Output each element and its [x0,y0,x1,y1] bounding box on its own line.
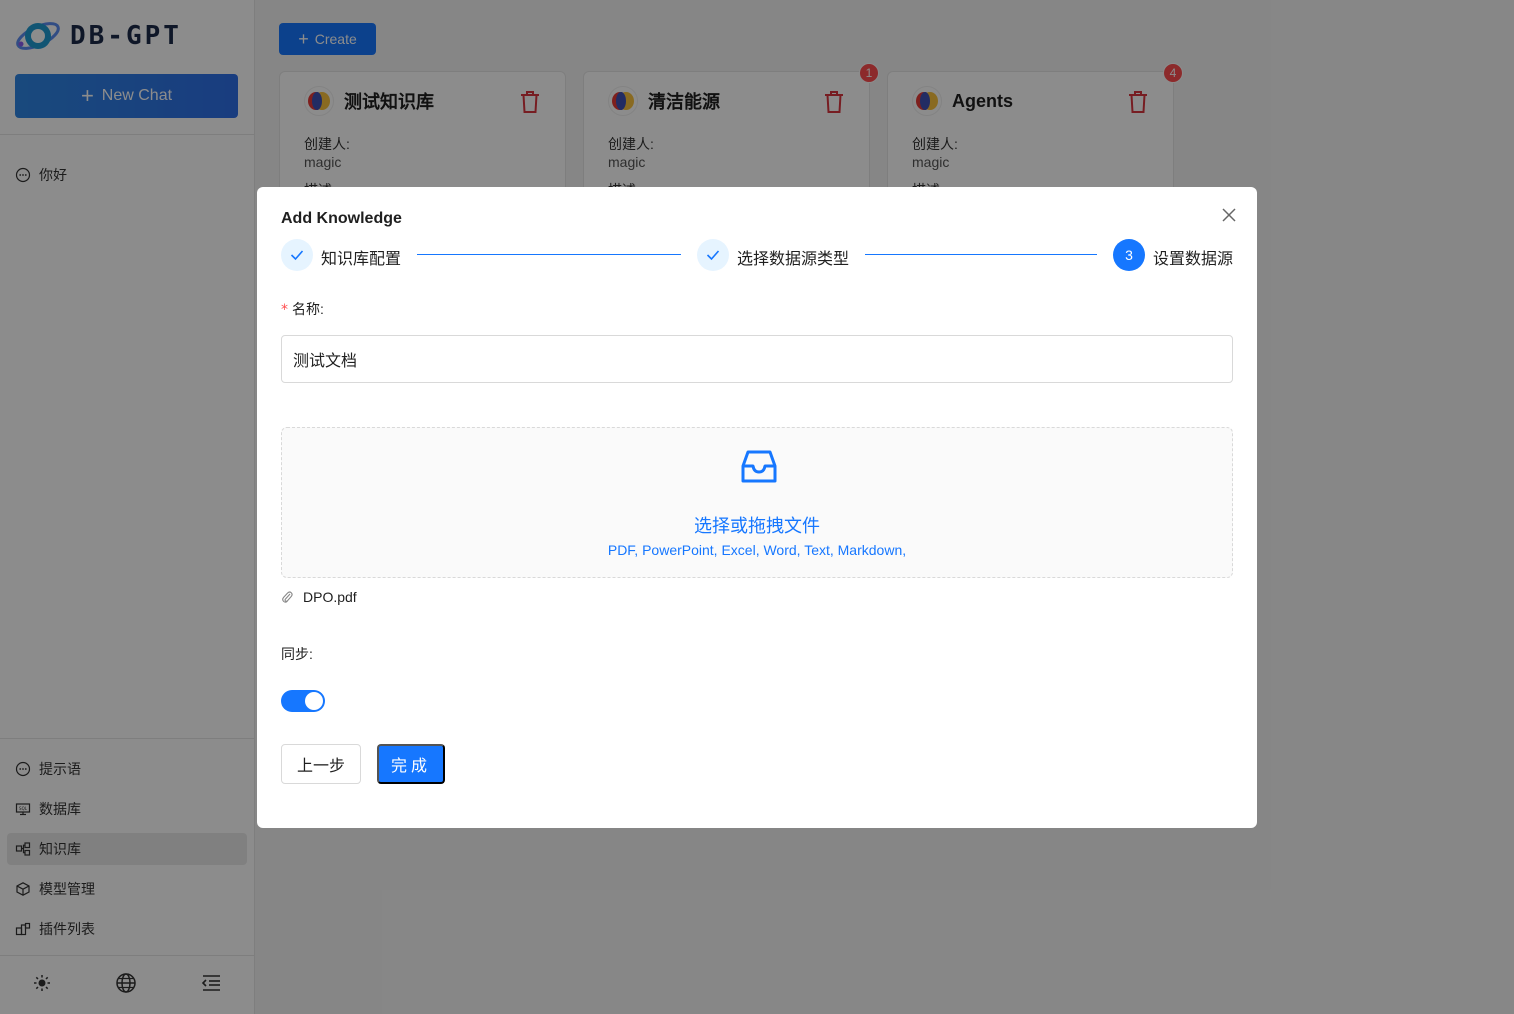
file-name: DPO.pdf [303,589,357,605]
inbox-icon [741,450,777,483]
sync-field-label: 同步: [281,646,313,662]
name-field-label: * 名称: [281,299,324,319]
toggle-knob [305,692,323,710]
check-icon [290,250,304,261]
upload-hint: PDF, PowerPoint, Excel, Word, Text, Mark… [607,542,907,558]
step-label-set-datasource: 设置数据源 [1153,251,1234,268]
required-mark: * [281,302,288,318]
name-input[interactable] [281,335,1233,383]
step-finished-icon [697,239,729,271]
step-connector [865,254,1097,255]
name-label: 名称: [292,301,324,317]
modal-title: Add Knowledge [281,210,402,227]
paperclip-icon [282,591,293,603]
step-label-config: 知识库配置 [321,251,402,268]
file-upload-dropzone[interactable]: 选择或拖拽文件 PDF, PowerPoint, Excel, Word, Te… [281,427,1233,578]
add-knowledge-modal: Add Knowledge 知识库配置 选择数据源类型 3 设置数据源 * 名称:… [257,187,1257,828]
step-label-datasource-type: 选择数据源类型 [737,251,850,268]
close-button[interactable] [1219,205,1239,225]
upload-text: 选择或拖拽文件 [694,516,820,536]
step-current-number: 3 [1113,239,1145,271]
finish-button[interactable]: 完成 [377,744,445,784]
sync-toggle[interactable] [281,690,325,712]
step-finished-icon [281,239,313,271]
steps: 知识库配置 选择数据源类型 3 设置数据源 [281,239,1233,271]
step-connector [417,254,681,255]
uploaded-file-item[interactable]: DPO.pdf [281,587,357,607]
previous-step-button[interactable]: 上一步 [281,744,361,784]
check-icon [706,250,720,261]
close-icon [1222,208,1236,222]
